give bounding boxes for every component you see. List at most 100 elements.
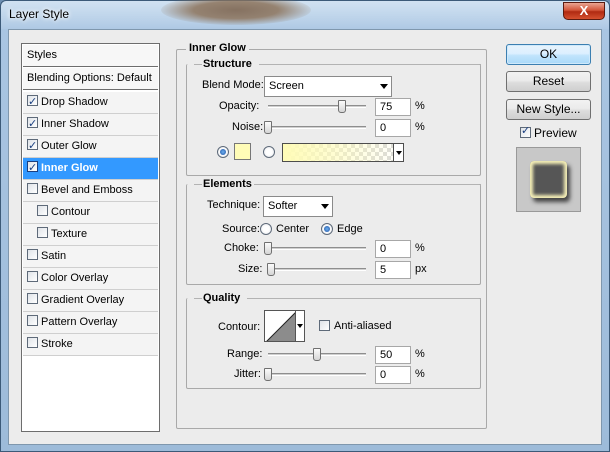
elements-title: Elements <box>203 178 252 190</box>
opacity-label: Opacity: <box>219 100 260 112</box>
contour-curve-graph <box>266 312 295 341</box>
style-item-label: Drop Shadow <box>41 96 108 108</box>
outer-glow-checkbox[interactable] <box>27 136 38 157</box>
source-edge-radio[interactable] <box>321 223 333 235</box>
solid-color-radio[interactable] <box>217 146 229 158</box>
blending-options-label: Blending Options: Default <box>27 72 152 84</box>
blend-mode-select[interactable]: Screen <box>264 76 392 97</box>
style-item-stroke[interactable]: Stroke <box>23 334 158 356</box>
choke-slider-thumb[interactable] <box>264 242 272 255</box>
style-item-gradient-overlay[interactable]: Gradient Overlay <box>23 290 158 312</box>
style-item-color-overlay[interactable]: Color Overlay <box>23 268 158 290</box>
styles-list: Styles Blending Options: Default Drop Sh… <box>21 43 160 432</box>
noise-slider-track[interactable] <box>268 126 366 129</box>
noise-label: Noise: <box>232 121 264 133</box>
range-label: Range: <box>227 348 263 360</box>
contour-dropdown-button[interactable] <box>295 310 305 342</box>
chevron-down-icon <box>380 84 388 89</box>
title-bar-decoration <box>161 0 311 25</box>
glow-gradient-picker[interactable] <box>282 143 404 162</box>
texture-checkbox[interactable] <box>37 227 48 238</box>
satin-checkbox[interactable] <box>27 249 38 260</box>
style-item-texture[interactable]: Texture <box>23 224 158 246</box>
inner-shadow-checkbox[interactable] <box>27 114 38 135</box>
anti-aliased-checkbox[interactable] <box>319 320 330 331</box>
styles-header[interactable]: Styles <box>23 45 158 67</box>
bevel-emboss-checkbox[interactable] <box>27 183 38 194</box>
jitter-input[interactable]: 0 <box>375 366 411 384</box>
panel-title: Inner Glow <box>186 42 249 54</box>
opacity-slider-track[interactable] <box>268 105 366 108</box>
style-item-label: Inner Glow <box>41 162 98 174</box>
noise-unit: % <box>415 121 425 133</box>
style-item-label: Pattern Overlay <box>41 316 118 328</box>
choke-unit: % <box>415 242 425 254</box>
style-item-inner-shadow[interactable]: Inner Shadow <box>23 114 158 136</box>
drop-shadow-checkbox[interactable] <box>27 92 38 113</box>
range-slider-thumb[interactable] <box>313 348 321 361</box>
contour-checkbox[interactable] <box>37 205 48 216</box>
inner-glow-checkbox[interactable] <box>27 158 38 179</box>
noise-input[interactable]: 0 <box>375 119 411 137</box>
choke-label: Choke: <box>224 242 259 254</box>
style-item-outer-glow[interactable]: Outer Glow <box>23 136 158 158</box>
technique-select[interactable]: Softer <box>263 196 333 217</box>
preview-toggle[interactable]: Preview <box>520 124 577 140</box>
size-input[interactable]: 5 <box>375 261 411 279</box>
preview-label: Preview <box>534 126 577 140</box>
jitter-slider-track[interactable] <box>268 373 366 376</box>
anti-aliased-label: Anti-aliased <box>334 320 392 332</box>
gradient-overlay-checkbox[interactable] <box>27 293 38 304</box>
technique-label: Technique: <box>207 199 261 211</box>
chevron-down-icon[interactable] <box>393 143 404 162</box>
jitter-unit: % <box>415 368 425 380</box>
style-preview-thumbnail <box>516 147 581 212</box>
jitter-label: Jitter: <box>234 368 261 380</box>
style-item-inner-glow[interactable]: Inner Glow <box>23 158 158 180</box>
layer-style-dialog: Layer Style X Styles Blending Options: D… <box>0 0 610 452</box>
choke-input[interactable]: 0 <box>375 240 411 258</box>
opacity-slider-thumb[interactable] <box>338 100 346 113</box>
dialog-body: Styles Blending Options: Default Drop Sh… <box>8 29 602 445</box>
glow-color-swatch[interactable] <box>234 143 251 160</box>
pattern-overlay-checkbox[interactable] <box>27 315 38 326</box>
size-slider-thumb[interactable] <box>267 263 275 276</box>
opacity-input[interactable]: 75 <box>375 98 411 116</box>
close-button[interactable]: X <box>563 2 605 20</box>
source-label: Source: <box>222 223 260 235</box>
preview-glow-square <box>530 161 567 198</box>
style-item-label: Contour <box>51 206 91 218</box>
style-item-label: Texture <box>51 228 88 240</box>
source-center-radio[interactable] <box>260 223 272 235</box>
style-item-label: Stroke <box>41 338 73 350</box>
style-item-bevel-emboss[interactable]: Bevel and Emboss <box>23 180 158 202</box>
range-input[interactable]: 50 <box>375 346 411 364</box>
gradient-radio[interactable] <box>263 146 275 158</box>
new-style-button[interactable]: New Style... <box>506 99 591 120</box>
noise-slider-thumb[interactable] <box>264 121 272 134</box>
stroke-checkbox[interactable] <box>27 337 38 348</box>
jitter-slider-thumb[interactable] <box>264 368 272 381</box>
reset-button[interactable]: Reset <box>506 71 591 92</box>
size-slider-track[interactable] <box>268 268 366 271</box>
choke-slider-track[interactable] <box>268 247 366 250</box>
source-edge-label: Edge <box>337 223 363 235</box>
style-item-label: Gradient Overlay <box>41 294 125 306</box>
blending-options-item[interactable]: Blending Options: Default <box>23 68 158 90</box>
style-item-satin[interactable]: Satin <box>23 246 158 268</box>
style-item-contour[interactable]: Contour <box>23 202 158 224</box>
style-item-drop-shadow[interactable]: Drop Shadow <box>23 92 158 114</box>
range-unit: % <box>415 348 425 360</box>
preview-checkbox[interactable] <box>520 124 531 138</box>
style-item-pattern-overlay[interactable]: Pattern Overlay <box>23 312 158 334</box>
blend-mode-value: Screen <box>269 80 304 92</box>
ok-button[interactable]: OK <box>506 44 591 65</box>
styles-header-label: Styles <box>27 49 57 61</box>
contour-curve-icon[interactable] <box>264 310 296 342</box>
chevron-down-icon <box>321 204 329 209</box>
color-overlay-checkbox[interactable] <box>27 271 38 282</box>
style-item-label: Bevel and Emboss <box>41 184 133 196</box>
size-unit: px <box>415 263 427 275</box>
quality-title: Quality <box>203 292 241 304</box>
size-label: Size: <box>238 263 263 275</box>
